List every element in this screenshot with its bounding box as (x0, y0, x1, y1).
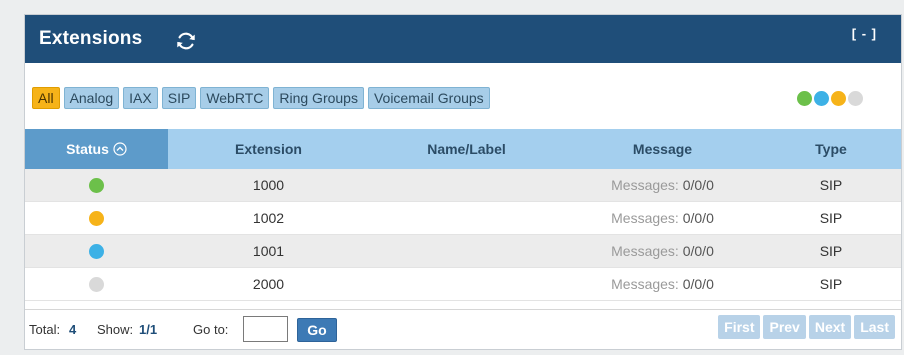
column-header-extension[interactable]: Extension (168, 129, 369, 169)
type-cell: SIP (761, 201, 901, 235)
legend-dot-1 (814, 91, 829, 106)
extension-cell: 1002 (168, 201, 369, 235)
message-cell: Messages: 0/0/0 (564, 267, 761, 301)
refresh-icon[interactable] (175, 30, 197, 52)
pager-prev-button[interactable]: Prev (763, 315, 806, 339)
pagination: First Prev Next Last (718, 315, 895, 339)
goto-page-input[interactable] (243, 316, 288, 342)
status-indicator (89, 244, 104, 260)
status-cell (25, 267, 168, 301)
status-indicator (89, 277, 104, 293)
name-cell (369, 234, 564, 268)
pager-last-button[interactable]: Last (854, 315, 895, 339)
type-cell: SIP (761, 234, 901, 268)
filter-iax-button[interactable]: IAX (123, 87, 158, 109)
table-row[interactable]: 2000 Messages: 0/0/0 SIP (25, 267, 901, 301)
message-cell: Messages: 0/0/0 (564, 169, 761, 202)
column-header-message[interactable]: Message (564, 129, 761, 169)
extensions-table: Status Extension Name/Label Message Type… (25, 129, 901, 301)
show-value: 1/1 (139, 322, 158, 337)
status-cell (25, 201, 168, 235)
message-label: Messages: (611, 210, 679, 226)
column-header-status-label: Status (66, 141, 109, 157)
table-footer: Total: 4 Show: 1/1 Go to: Go First Prev Ne… (25, 309, 901, 350)
panel-title: Extensions (39, 28, 143, 49)
extension-cell: 1000 (168, 169, 369, 202)
filter-analog-button[interactable]: Analog (63, 87, 120, 109)
filter-all-button[interactable]: All (32, 87, 60, 109)
filter-webrtc-button[interactable]: WebRTC (200, 87, 270, 109)
filter-bar: All Analog IAX SIP WebRTC Ring Groups Voicemai… (32, 87, 490, 111)
status-cell (25, 169, 168, 202)
message-cell: Messages: 0/0/0 (564, 201, 761, 235)
sort-ascending-icon (113, 142, 127, 156)
name-cell (369, 201, 564, 235)
collapse-toggle[interactable]: [ - ] (852, 26, 877, 41)
type-cell: SIP (761, 169, 901, 202)
extension-cell: 1001 (168, 234, 369, 268)
total-value: 4 (69, 322, 77, 337)
panel-header: Extensions [ - ] (25, 15, 901, 63)
column-header-status[interactable]: Status (25, 129, 168, 169)
table-row[interactable]: 1002 Messages: 0/0/0 SIP (25, 201, 901, 235)
name-cell (369, 267, 564, 301)
table-row[interactable]: 1001 Messages: 0/0/0 SIP (25, 234, 901, 268)
legend-dot-0 (797, 91, 812, 106)
status-legend (797, 91, 863, 106)
status-indicator (89, 178, 104, 194)
type-cell: SIP (761, 267, 901, 301)
message-label: Messages: (611, 243, 679, 259)
filter-voicemail-groups-button[interactable]: Voicemail Groups (367, 87, 490, 109)
message-label: Messages: (611, 177, 679, 193)
message-count: 0/0/0 (682, 177, 714, 193)
legend-dot-3 (848, 91, 863, 106)
table-row[interactable]: 1000 Messages: 0/0/0 SIP (25, 169, 901, 202)
message-count: 0/0/0 (682, 210, 714, 226)
message-label: Messages: (611, 276, 679, 292)
legend-dot-2 (831, 91, 846, 106)
name-cell (369, 169, 564, 202)
message-cell: Messages: 0/0/0 (564, 234, 761, 268)
extensions-panel: Extensions [ - ] All Analog IAX SIP WebRTC Ri… (24, 14, 902, 350)
pager-next-button[interactable]: Next (808, 315, 852, 339)
status-cell (25, 234, 168, 268)
message-count: 0/0/0 (682, 243, 714, 259)
go-button[interactable]: Go (297, 318, 337, 342)
pager-first-button[interactable]: First (718, 315, 761, 339)
table-header-row: Status Extension Name/Label Message Type (25, 129, 901, 169)
show-label: Show: (97, 322, 134, 337)
filter-ring-groups-button[interactable]: Ring Groups (273, 87, 364, 109)
filter-sip-button[interactable]: SIP (161, 87, 197, 109)
extension-cell: 2000 (168, 267, 369, 301)
status-indicator (89, 211, 104, 227)
message-count: 0/0/0 (682, 276, 714, 292)
total-label: Total: (29, 322, 61, 337)
column-header-name[interactable]: Name/Label (369, 129, 564, 169)
column-header-type[interactable]: Type (761, 129, 901, 169)
goto-label: Go to: (193, 322, 229, 337)
